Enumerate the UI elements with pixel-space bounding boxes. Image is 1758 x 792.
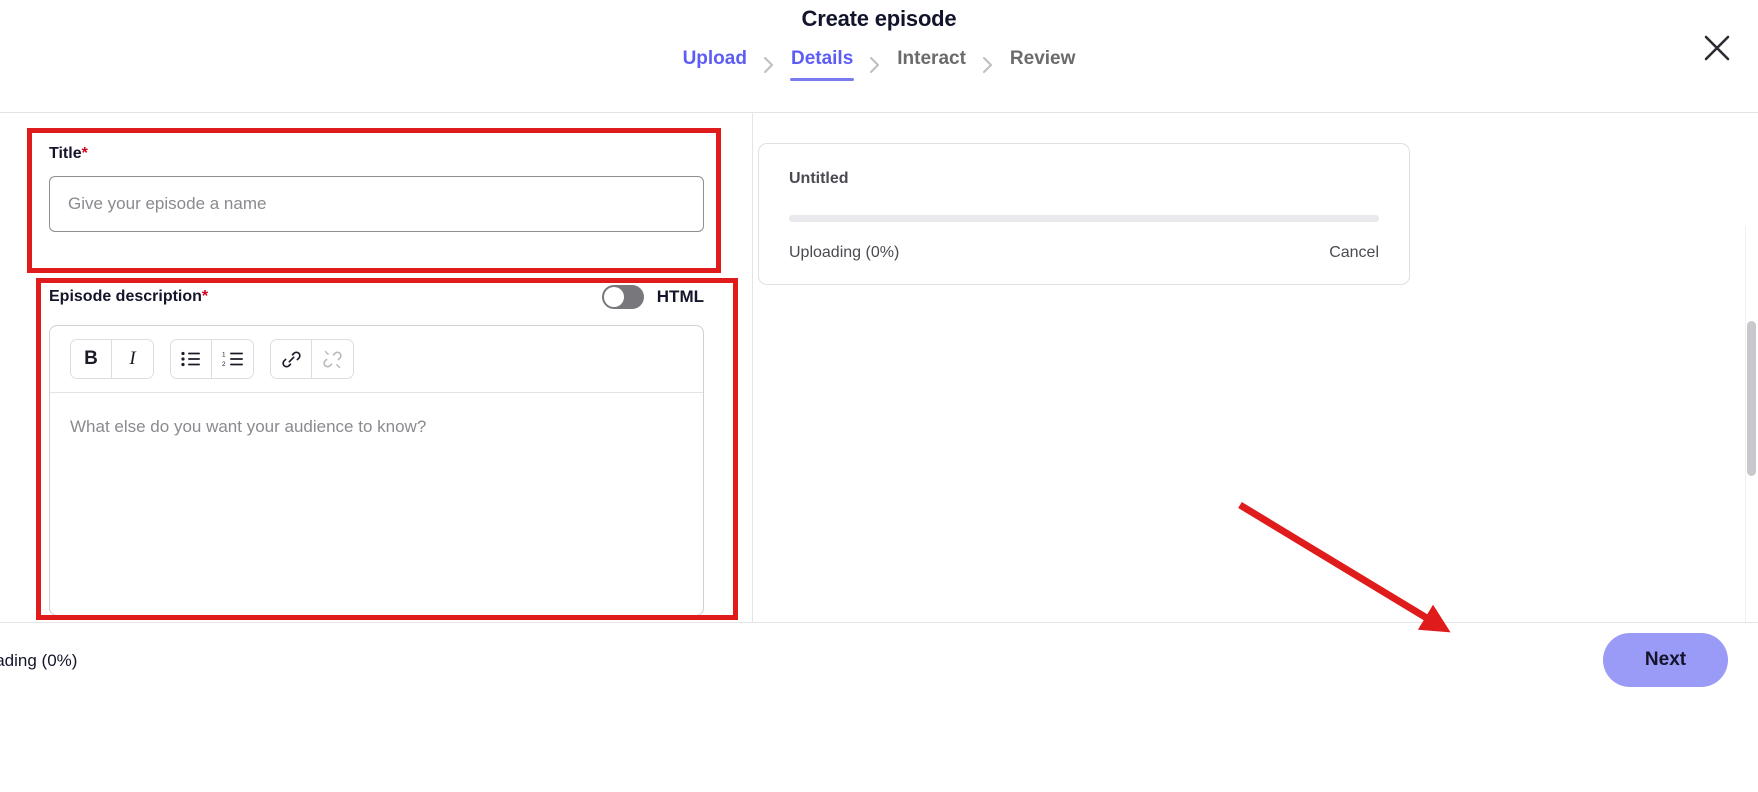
bullet-list-button[interactable] bbox=[171, 340, 212, 378]
rich-text-editor: B I 1 2 What else do you want your audie… bbox=[49, 325, 704, 616]
title-field-group: Title* bbox=[49, 145, 704, 232]
step-breadcrumb: Upload Details Interact Review bbox=[0, 48, 1758, 81]
italic-glyph: I bbox=[129, 348, 136, 369]
list-group: 1 2 bbox=[170, 339, 254, 379]
title-label: Title* bbox=[49, 145, 704, 163]
description-textarea[interactable]: What else do you want your audience to k… bbox=[50, 393, 703, 615]
italic-button[interactable]: I bbox=[112, 340, 153, 378]
unlink-button bbox=[312, 340, 353, 378]
chevron-right-icon bbox=[977, 54, 999, 76]
next-button[interactable]: Next bbox=[1603, 633, 1728, 687]
html-toggle-group: HTML bbox=[601, 285, 704, 309]
chevron-right-icon bbox=[758, 54, 780, 76]
numbered-list-button[interactable]: 1 2 bbox=[212, 340, 253, 378]
modal-header: Create episode Upload Details Interact R… bbox=[0, 0, 1758, 113]
modal-footer: loading (0%) Next bbox=[0, 622, 1758, 792]
chevron-right-icon bbox=[864, 54, 886, 76]
unlink-icon bbox=[323, 350, 342, 368]
description-placeholder: What else do you want your audience to k… bbox=[70, 417, 427, 436]
description-required-marker: * bbox=[201, 288, 209, 305]
html-toggle[interactable] bbox=[601, 285, 644, 309]
modal-body: Title* Episode description* HTML bbox=[0, 113, 1758, 735]
upload-status-text: Uploading (0%) bbox=[789, 244, 900, 261]
upload-file-name: Untitled bbox=[789, 170, 849, 187]
upload-progress-bar bbox=[789, 215, 1379, 222]
link-icon bbox=[281, 350, 301, 368]
editor-toolbar: B I 1 2 bbox=[50, 326, 703, 393]
cancel-upload-button[interactable]: Cancel bbox=[1329, 244, 1379, 262]
step-upload[interactable]: Upload bbox=[672, 48, 758, 81]
html-toggle-label: HTML bbox=[656, 287, 704, 306]
footer-upload-status: loading (0%) bbox=[0, 651, 78, 670]
html-toggle-knob bbox=[603, 287, 624, 307]
description-field-group: Episode description* HTML B I 1 2 What e… bbox=[49, 283, 704, 616]
step-review[interactable]: Review bbox=[999, 48, 1086, 81]
numbered-list-icon: 1 2 bbox=[222, 351, 243, 367]
bold-button[interactable]: B bbox=[71, 340, 112, 378]
next-button-label: Next bbox=[1644, 649, 1687, 670]
bold-glyph: B bbox=[84, 348, 98, 369]
step-review-label: Review bbox=[1009, 48, 1076, 69]
description-label: Episode description* bbox=[49, 288, 208, 306]
upload-card: Untitled Uploading (0%) Cancel bbox=[758, 143, 1410, 285]
text-style-group: B I bbox=[70, 339, 154, 379]
scrollbar-thumb[interactable] bbox=[1747, 321, 1756, 476]
description-header: Episode description* HTML bbox=[49, 283, 704, 311]
create-episode-modal: Create episode Upload Details Interact R… bbox=[0, 0, 1758, 792]
description-label-text: Episode description bbox=[49, 288, 202, 305]
link-group bbox=[270, 339, 354, 379]
page-title: Create episode bbox=[801, 6, 957, 31]
step-details[interactable]: Details bbox=[780, 48, 864, 81]
step-interact-label: Interact bbox=[897, 48, 966, 69]
svg-text:2: 2 bbox=[222, 361, 226, 367]
step-interact[interactable]: Interact bbox=[886, 48, 977, 81]
upload-panel: Untitled Uploading (0%) Cancel bbox=[753, 113, 1758, 622]
title-label-text: Title bbox=[49, 145, 82, 162]
upload-footer: Uploading (0%) Cancel bbox=[789, 244, 1379, 262]
title-required-marker: * bbox=[81, 145, 88, 162]
details-form: Title* Episode description* HTML bbox=[0, 113, 752, 622]
link-button[interactable] bbox=[271, 340, 312, 378]
close-icon[interactable] bbox=[1696, 27, 1738, 69]
step-upload-label: Upload bbox=[682, 48, 747, 69]
bullet-list-icon bbox=[181, 351, 200, 367]
step-details-label: Details bbox=[790, 48, 854, 69]
svg-text:1: 1 bbox=[222, 351, 226, 358]
title-input[interactable] bbox=[49, 176, 704, 232]
